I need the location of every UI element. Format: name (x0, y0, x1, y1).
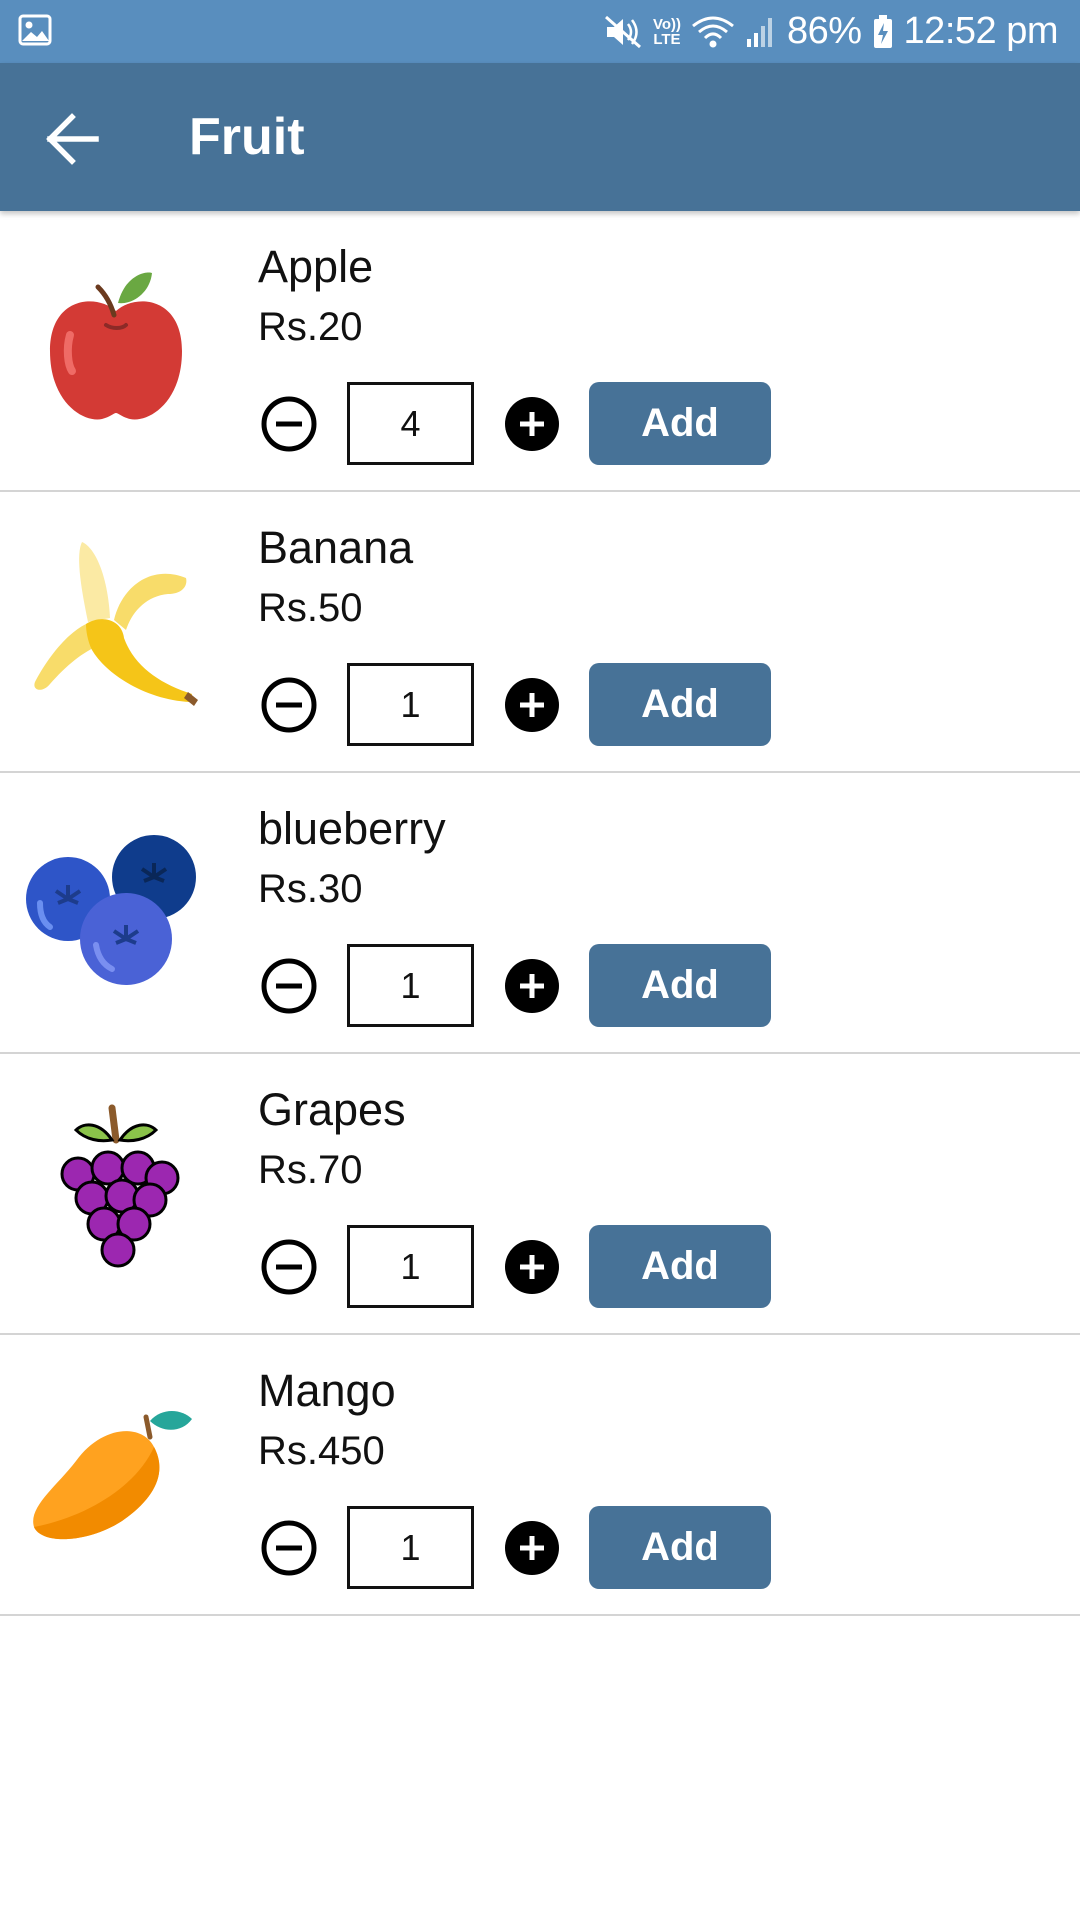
signal-icon (746, 17, 772, 47)
plus-circle-icon[interactable] (504, 1239, 560, 1295)
product-price: Rs.50 (258, 586, 363, 630)
status-bar: Vo)) LTE 86% 12:52 pm (0, 0, 1080, 63)
blueberry-icon (26, 835, 196, 985)
product-name: Banana (258, 522, 414, 573)
list-item: Mango Rs.450 Add (0, 1335, 1080, 1616)
gallery-icon (18, 14, 52, 46)
product-price: Rs.30 (258, 867, 363, 911)
product-name: blueberry (258, 803, 446, 854)
battery-percent: 86% (786, 10, 862, 52)
arrow-back-icon[interactable] (46, 111, 102, 167)
minus-circle-icon[interactable] (261, 958, 317, 1014)
banana-icon (34, 542, 198, 706)
clock: 12:52 pm (903, 10, 1059, 52)
app-bar: Fruit (0, 63, 1080, 211)
add-button[interactable]: Add (589, 1225, 771, 1308)
product-price: Rs.20 (258, 305, 363, 349)
grapes-icon (60, 1104, 180, 1268)
product-list: Apple Rs.20 Add Banana Rs.50 (0, 211, 1080, 1616)
volte-icon: Vo)) LTE (652, 15, 681, 48)
wifi-icon (692, 16, 734, 47)
list-item: blueberry Rs.30 Add (0, 773, 1080, 1054)
product-price: Rs.450 (258, 1429, 385, 1473)
minus-circle-icon[interactable] (261, 396, 317, 452)
minus-circle-icon[interactable] (261, 1239, 317, 1295)
plus-circle-icon[interactable] (504, 396, 560, 452)
battery-icon (873, 14, 892, 48)
plus-circle-icon[interactable] (504, 1520, 560, 1576)
quantity-input[interactable] (347, 944, 474, 1027)
quantity-input[interactable] (347, 663, 474, 746)
plus-circle-icon[interactable] (504, 958, 560, 1014)
minus-circle-icon[interactable] (261, 1520, 317, 1576)
add-button[interactable]: Add (589, 1506, 771, 1589)
mute-icon (604, 15, 641, 48)
quantity-input[interactable] (347, 382, 474, 465)
list-item: Apple Rs.20 Add (0, 211, 1080, 492)
product-name: Grapes (258, 1084, 406, 1135)
quantity-input[interactable] (347, 1506, 474, 1589)
mango-icon (33, 1411, 192, 1540)
quantity-input[interactable] (347, 1225, 474, 1308)
list-item: Banana Rs.50 Add (0, 492, 1080, 773)
apple-icon (50, 272, 182, 420)
product-price: Rs.70 (258, 1148, 363, 1192)
list-item: Grapes Rs.70 Add (0, 1054, 1080, 1335)
add-button[interactable]: Add (589, 944, 771, 1027)
product-name: Mango (258, 1365, 396, 1416)
page-title: Fruit (189, 108, 305, 166)
product-name: Apple (258, 241, 374, 292)
plus-circle-icon[interactable] (504, 677, 560, 733)
add-button[interactable]: Add (589, 382, 771, 465)
add-button[interactable]: Add (589, 663, 771, 746)
minus-circle-icon[interactable] (261, 677, 317, 733)
